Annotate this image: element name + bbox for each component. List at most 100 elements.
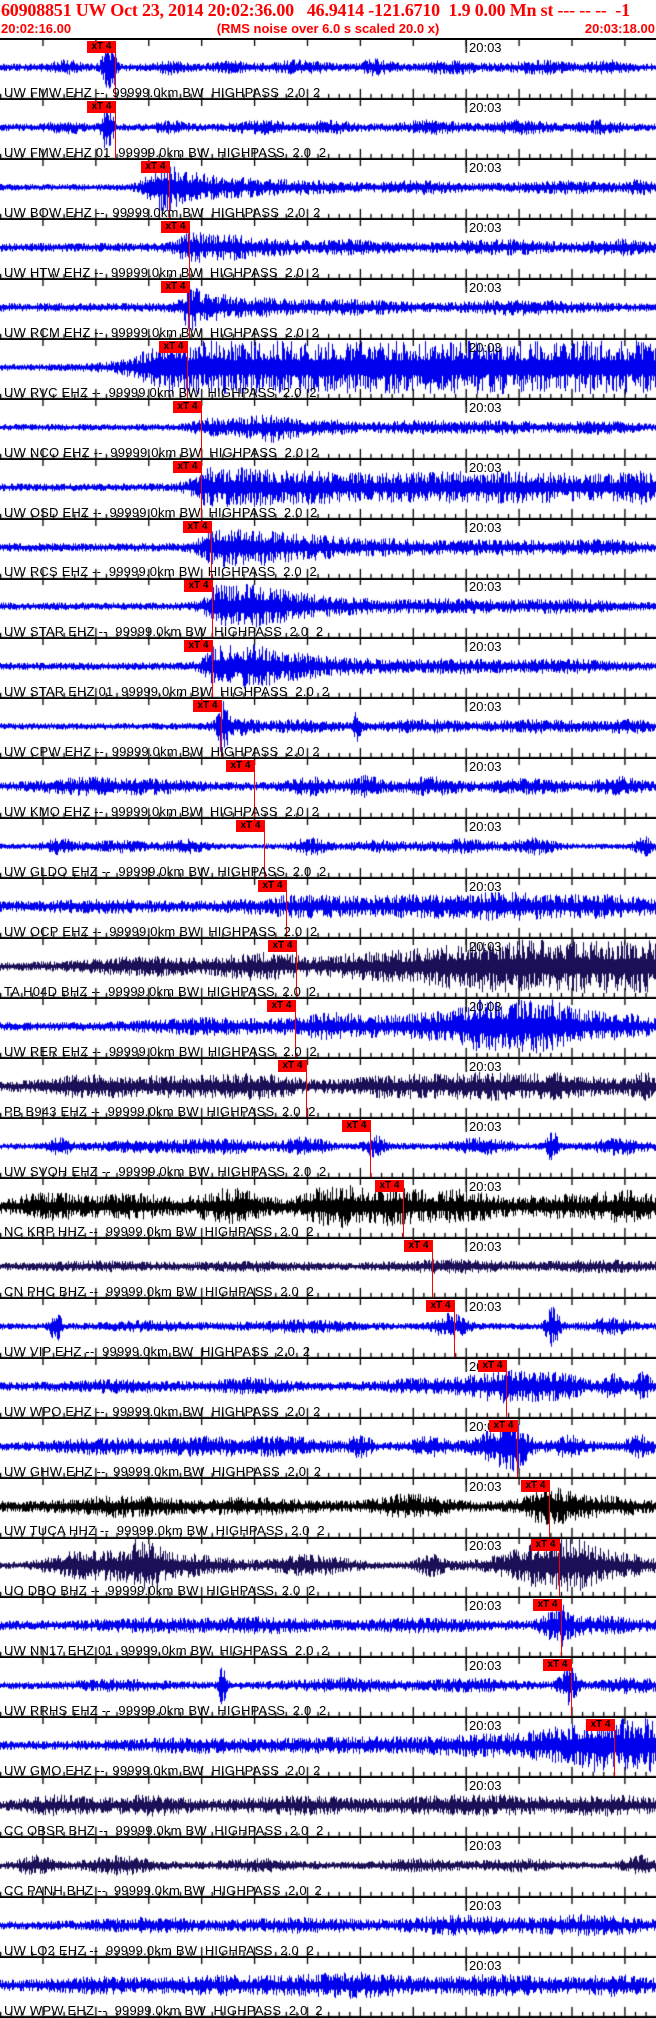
trace-row-14[interactable]: 20:03 xT 4 UW GLDO EHZ -- 99999.0km BW H… bbox=[0, 819, 656, 880]
minute-tick-label: 20:03 bbox=[469, 519, 502, 535]
station-label: CC PANH BHZ -- 99999.0km BW HIGHPASS 2.0… bbox=[4, 1883, 322, 1899]
pick-flag[interactable]: xT 4 bbox=[87, 100, 116, 113]
pick-line-marker bbox=[559, 1550, 561, 1597]
minute-tick-label: 20:03 bbox=[469, 1898, 502, 1914]
pick-flag[interactable]: xT 4 bbox=[226, 760, 255, 773]
station-label: PB B943 EHZ -- 99999.0km BW HIGHPASS 2.0… bbox=[4, 1103, 316, 1119]
minute-tick-label: 20:03 bbox=[469, 639, 502, 655]
event-summary-line: 60908851 UW Oct 23, 2014 20:02:36.00 46.… bbox=[1, 0, 630, 20]
pick-line-marker bbox=[517, 1430, 519, 1477]
pick-flag[interactable]: xT 4 bbox=[159, 340, 188, 353]
minute-tick-label: 20:03 bbox=[469, 1598, 502, 1614]
trace-row-28[interactable]: 20:03 xT 4 UW RRHS EHZ -- 99999.0km BW H… bbox=[0, 1658, 656, 1719]
trace-row-10[interactable]: 20:03 xT 4 UW STAR EHZ -- 99999.0km BW H… bbox=[0, 579, 656, 640]
minute-tick-label: 20:03 bbox=[469, 879, 502, 895]
trace-row-25[interactable]: 20:03 xT 4 UW TUCA HHZ -- 99999.0km BW H… bbox=[0, 1478, 656, 1539]
trace-row-20[interactable]: 20:03 xT 4 NC KRP HHZ -- 99999.0km BW HI… bbox=[0, 1178, 656, 1239]
minute-tick-label: 20:03 bbox=[469, 339, 502, 355]
pick-flag[interactable]: xT 4 bbox=[478, 1359, 507, 1372]
minute-tick-label: 20:03 bbox=[469, 819, 502, 835]
trace-row-9[interactable]: 20:03 xT 4 UW RCS EHZ -- 99999.0km BW HI… bbox=[0, 519, 656, 580]
trace-row-8[interactable]: 20:03 xT 4 UW OSD EHZ -- 99999.0km BW HI… bbox=[0, 459, 656, 520]
minute-tick-label: 20:03 bbox=[469, 99, 502, 115]
pick-flag[interactable]: xT 4 bbox=[375, 1179, 404, 1192]
pick-flag[interactable]: xT 4 bbox=[141, 160, 170, 173]
minute-tick-label: 20:03 bbox=[469, 459, 502, 475]
pick-flag[interactable]: xT 4 bbox=[521, 1479, 550, 1492]
pick-flag[interactable]: xT 4 bbox=[489, 1419, 518, 1432]
station-label: CC OBSR BHZ -- 99999.0km BW HIGHPASS 2.0… bbox=[4, 1823, 324, 1839]
trace-row-5[interactable]: 20:03 xT 4 UW RCM EHZ -- 99999.0km BW HI… bbox=[0, 279, 656, 340]
trace-row-17[interactable]: 20:03 xT 4 UW RER EHZ -- 99999.0km BW HI… bbox=[0, 999, 656, 1059]
minute-tick-label: 20:03 bbox=[469, 219, 502, 235]
station-label: UW NCO EHZ -- 99999.0km BW HIGHPASS 2.0 … bbox=[4, 444, 319, 460]
pick-flag[interactable]: xT 4 bbox=[278, 1059, 307, 1072]
minute-tick-label: 20:03 bbox=[469, 1238, 502, 1254]
trace-row-18[interactable]: 20:03 xT 4 PB B943 EHZ -- 99999.0km BW H… bbox=[0, 1058, 656, 1119]
station-label: UW SVQH EHZ -- 99999.0km BW HIGHPASS 2.0… bbox=[4, 1163, 327, 1179]
trace-row-23[interactable]: 20:03 xT 4 UW WPO EHZ -- 99999.0km BW HI… bbox=[0, 1358, 656, 1419]
trace-row-19[interactable]: 20:03 xT 4 UW SVQH EHZ -- 99999.0km BW H… bbox=[0, 1118, 656, 1179]
trace-row-32[interactable]: 20:03 UW LO2 EHZ -- 99999.0km BW HIGHPAS… bbox=[0, 1898, 656, 1959]
pick-flag[interactable]: xT 4 bbox=[426, 1299, 455, 1312]
station-label: UW OSD EHZ -- 99999.0km BW HIGHPASS 2.0 … bbox=[4, 504, 318, 520]
trace-row-29[interactable]: 20:03 xT 4 UW GMO EHZ -- 99999.0km BW HI… bbox=[0, 1718, 656, 1779]
pick-flag[interactable]: xT 4 bbox=[161, 220, 190, 233]
trace-row-33[interactable]: 20:03 UW WPW EHZ -- 99999.0km BW HIGHPAS… bbox=[0, 1958, 656, 2018]
station-label: UW STAR EHZ -- 99999.0km BW HIGHPASS 2.0… bbox=[4, 624, 324, 640]
trace-row-26[interactable]: 20:03 xT 4 UO DBO BHZ -- 99999.0km BW HI… bbox=[0, 1538, 656, 1599]
trace-row-3[interactable]: 20:03 xT 4 UW BOW EHZ -- 99999.0km BW HI… bbox=[0, 159, 656, 220]
trace-row-16[interactable]: 20:03 xT 4 TA H04D BHZ -- 99999.0km BW H… bbox=[0, 939, 656, 1000]
station-label: CN PHC BHZ -- 99999.0km BW HIGHPASS 2.0 … bbox=[4, 1283, 315, 1299]
pick-flag[interactable]: xT 4 bbox=[533, 1599, 562, 1612]
pick-flag[interactable]: xT 4 bbox=[236, 820, 265, 833]
pick-flag[interactable]: xT 4 bbox=[531, 1539, 560, 1552]
pick-flag[interactable]: xT 4 bbox=[87, 41, 116, 53]
pick-flag[interactable]: xT 4 bbox=[161, 280, 190, 293]
trace-row-1[interactable]: 20:03 xT 4 UW FMW EHZ -- 99999.0km BW HI… bbox=[0, 40, 656, 100]
trace-row-6[interactable]: 20:03 xT 4 UW RVC EHZ -- 99999.0km BW HI… bbox=[0, 339, 656, 400]
pick-flag[interactable]: xT 4 bbox=[173, 400, 202, 413]
minute-tick-label: 20:03 bbox=[469, 999, 502, 1014]
trace-row-4[interactable]: 20:03 xT 4 UW HTW EHZ -- 99999.0km BW HI… bbox=[0, 219, 656, 280]
event-header: 60908851 UW Oct 23, 2014 20:02:36.00 46.… bbox=[0, 0, 656, 38]
window-end-time: 20:03:18.00 bbox=[584, 21, 655, 36]
trace-row-30[interactable]: 20:03 CC OBSR BHZ -- 99999.0km BW HIGHPA… bbox=[0, 1778, 656, 1839]
trace-row-11[interactable]: 20:03 xT 4 UW STAR EHZ 01 99999.0km BW H… bbox=[0, 639, 656, 700]
trace-row-24[interactable]: 20:03 xT 4 UW GHW EHZ -- 99999.0km BW HI… bbox=[0, 1418, 656, 1479]
pick-flag[interactable]: xT 4 bbox=[404, 1239, 433, 1252]
station-label: UW FMW EHZ -- 99999.0km BW HIGHPASS 2.0 … bbox=[4, 84, 321, 100]
trace-row-27[interactable]: 20:03 xT 4 UW NN17 EHZ 01 99999.0km BW H… bbox=[0, 1598, 656, 1659]
pick-flag[interactable]: xT 4 bbox=[268, 940, 297, 953]
pick-flag[interactable]: xT 4 bbox=[173, 460, 202, 473]
pick-flag[interactable]: xT 4 bbox=[183, 520, 212, 533]
pick-flag[interactable]: xT 4 bbox=[184, 640, 213, 653]
station-label: UW BOW EHZ -- 99999.0km BW HIGHPASS 2.0 … bbox=[4, 204, 321, 220]
pick-flag[interactable]: xT 4 bbox=[586, 1719, 615, 1732]
trace-row-13[interactable]: 20:03 xT 4 UW KMO EHZ -- 99999.0km BW HI… bbox=[0, 759, 656, 820]
station-label: UW HTW EHZ -- 99999.0km BW HIGHPASS 2.0 … bbox=[4, 264, 320, 280]
station-label: UW RER EHZ -- 99999.0km BW HIGHPASS 2.0 … bbox=[4, 1043, 317, 1059]
pick-line-marker bbox=[432, 1250, 434, 1297]
pick-line-marker bbox=[571, 1670, 573, 1717]
minute-tick-label: 20:03 bbox=[469, 1118, 502, 1134]
pick-flag[interactable]: xT 4 bbox=[267, 1000, 296, 1012]
station-label: UW RVC EHZ -- 99999.0km BW HIGHPASS 2.0 … bbox=[4, 384, 317, 400]
minute-tick-label: 20:03 bbox=[469, 1058, 502, 1074]
pick-flag[interactable]: xT 4 bbox=[342, 1119, 371, 1132]
pick-flag[interactable]: xT 4 bbox=[193, 700, 222, 713]
trace-row-21[interactable]: 20:03 xT 4 CN PHC BHZ -- 99999.0km BW HI… bbox=[0, 1238, 656, 1299]
pick-flag[interactable]: xT 4 bbox=[258, 880, 287, 893]
trace-row-2[interactable]: 20:03 xT 4 UW FMW EHZ 01 99999.0km BW HI… bbox=[0, 99, 656, 160]
trace-row-12[interactable]: 20:03 xT 4 UW CPW EHZ -- 99999.0km BW HI… bbox=[0, 699, 656, 760]
trace-row-7[interactable]: 20:03 xT 4 UW NCO EHZ -- 99999.0km BW HI… bbox=[0, 399, 656, 460]
minute-tick-label: 20:03 bbox=[469, 699, 502, 715]
station-label: UW WPW EHZ -- 99999.0km BW HIGHPASS 2.0 … bbox=[4, 2002, 323, 2018]
pick-flag[interactable]: xT 4 bbox=[543, 1659, 572, 1672]
trace-row-22[interactable]: 20:03 xT 4 UW VIP EHZ -- 99999.0km BW HI… bbox=[0, 1298, 656, 1359]
trace-row-15[interactable]: 20:03 xT 4 UW OCP EHZ -- 99999.0km BW HI… bbox=[0, 879, 656, 940]
station-label: UW TUCA HHZ -- 99999.0km BW HIGHPASS 2.0… bbox=[4, 1523, 325, 1539]
trace-row-31[interactable]: 20:03 CC PANH BHZ -- 99999.0km BW HIGHPA… bbox=[0, 1838, 656, 1899]
station-label: UW GMO EHZ -- 99999.0km BW HIGHPASS 2.0 … bbox=[4, 1763, 321, 1779]
pick-flag[interactable]: xT 4 bbox=[184, 580, 213, 593]
